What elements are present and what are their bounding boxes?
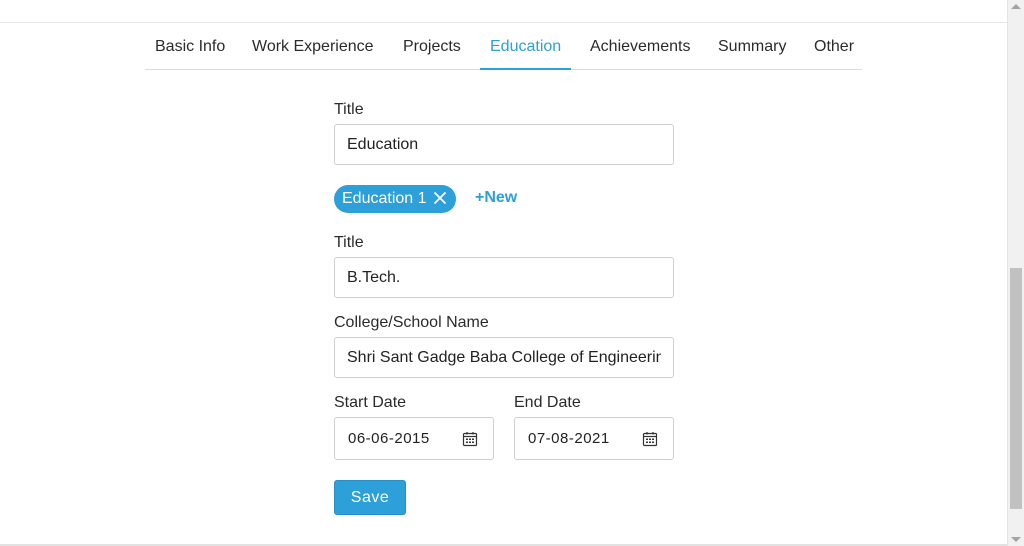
tab-projects[interactable]: Projects — [393, 23, 471, 70]
section-title-input[interactable] — [334, 124, 674, 165]
vertical-scrollbar[interactable] — [1007, 0, 1024, 546]
scrollbar-thumb[interactable] — [1010, 268, 1022, 509]
top-bar — [0, 0, 1007, 23]
start-date-input[interactable]: 06-06-2015 — [334, 417, 494, 460]
college-name-input[interactable] — [334, 337, 674, 378]
section-title-label: Title — [334, 101, 364, 118]
scroll-up-icon[interactable] — [1011, 4, 1021, 9]
start-date-label: Start Date — [334, 394, 407, 411]
entry-title-input[interactable] — [334, 257, 674, 298]
start-date-value: 06-06-2015 — [348, 430, 430, 447]
calendar-icon[interactable] — [462, 431, 478, 447]
save-button[interactable]: Save — [334, 480, 406, 515]
tab-summary[interactable]: Summary — [708, 23, 796, 70]
add-new-button[interactable]: +New — [475, 189, 517, 207]
end-date-input[interactable]: 07-08-2021 — [514, 417, 674, 460]
tab-education[interactable]: Education — [480, 23, 572, 70]
tab-work-experience[interactable]: Work Experience — [242, 23, 384, 70]
tab-basic-info[interactable]: Basic Info — [145, 23, 235, 70]
tab-other[interactable]: Other — [804, 23, 864, 70]
tab-bar: Basic Info Work Experience Projects Educ… — [145, 23, 862, 70]
calendar-icon[interactable] — [642, 431, 658, 447]
entry-chip[interactable]: Education 1 — [334, 185, 456, 213]
college-name-label: College/School Name — [334, 314, 489, 331]
entry-title-label: Title — [334, 234, 364, 251]
tab-achievements[interactable]: Achievements — [580, 23, 701, 70]
end-date-value: 07-08-2021 — [528, 430, 610, 447]
entry-chip-label: Education 1 — [342, 190, 427, 207]
scroll-down-icon[interactable] — [1011, 537, 1021, 542]
close-icon[interactable] — [433, 191, 447, 205]
end-date-label: End Date — [514, 394, 581, 411]
